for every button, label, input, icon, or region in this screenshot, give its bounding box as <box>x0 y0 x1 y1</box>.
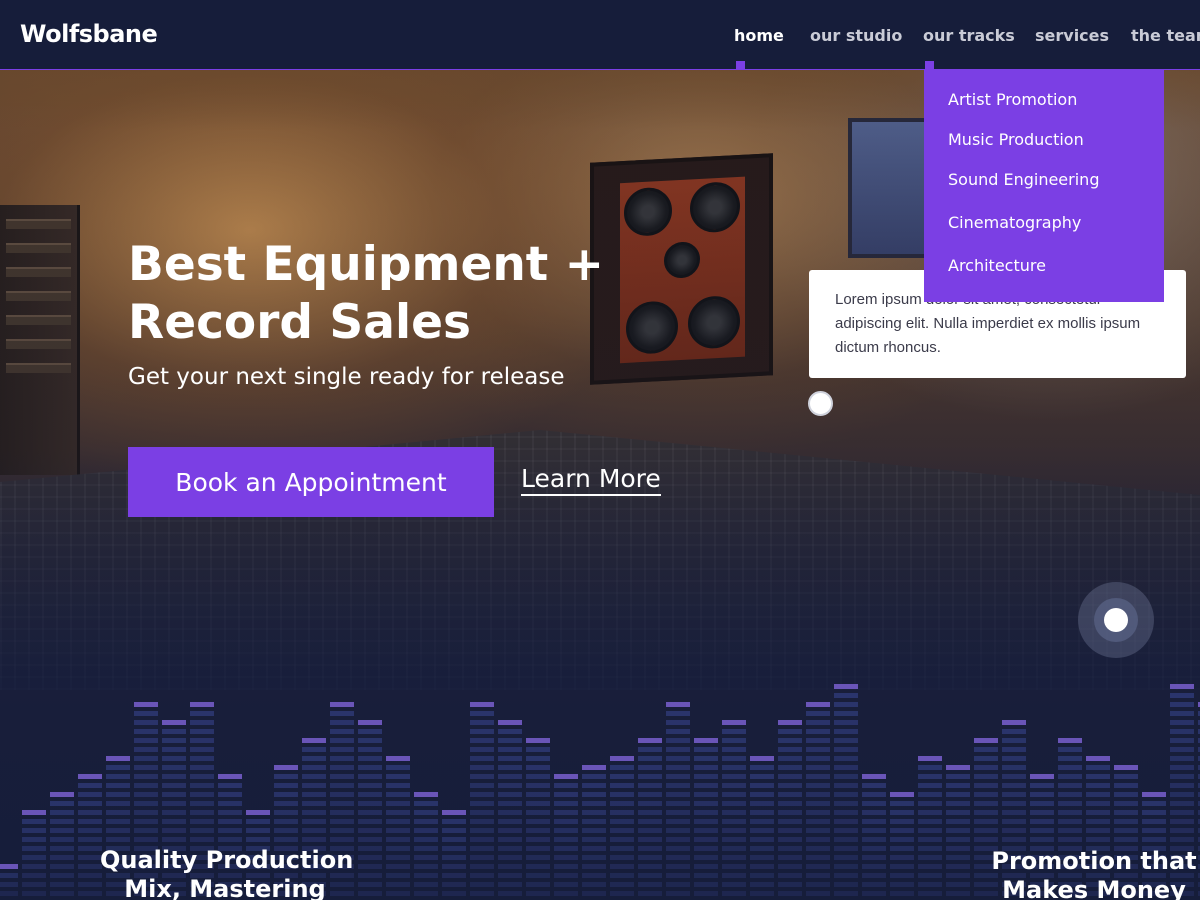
equalizer-bar <box>694 705 718 900</box>
equalizer-bar <box>890 705 914 900</box>
nav-item-our-studio[interactable]: our studio <box>810 26 902 45</box>
equalizer-bar <box>22 705 46 900</box>
equalizer-bar <box>50 705 74 900</box>
equalizer-bar <box>806 702 830 900</box>
equalizer-bar <box>470 702 494 900</box>
equalizer-bar <box>78 705 102 900</box>
equalizer-bar <box>750 705 774 900</box>
equalizer-bar <box>554 705 578 900</box>
equalizer-bar <box>358 705 382 900</box>
brand-logo[interactable]: Wolfsbane <box>20 20 158 48</box>
pulse-dot-icon[interactable] <box>1078 582 1154 658</box>
equalizer-bar <box>862 705 886 900</box>
hotspot-dot-icon[interactable] <box>808 391 833 416</box>
feature-production-line-2: Mix, Mastering <box>124 875 326 900</box>
equalizer-bar <box>834 684 858 900</box>
equalizer-bar <box>498 705 522 900</box>
feature-promotion-line-1: Promotion that <box>991 847 1197 875</box>
equalizer-bar <box>666 702 690 900</box>
nav-item-home[interactable]: home <box>734 26 784 45</box>
top-navigation: Wolfsbane home our studio our tracks ser… <box>0 0 1200 70</box>
learn-more-link[interactable]: Learn More <box>521 464 661 496</box>
nav-item-the-team[interactable]: the team <box>1131 26 1200 45</box>
dropdown-item-cinematography[interactable]: Cinematography <box>924 213 1164 256</box>
headline-line-1: Best Equipment + <box>128 237 604 292</box>
dropdown-indicator <box>925 61 934 70</box>
headline-line-2: Record Sales <box>128 295 471 350</box>
equalizer-bar <box>526 705 550 900</box>
dropdown-item-sound-engineering[interactable]: Sound Engineering <box>924 170 1164 213</box>
dropdown-item-artist-promotion[interactable]: Artist Promotion <box>924 90 1164 130</box>
equalizer-bar <box>778 705 802 900</box>
dropdown-item-music-production[interactable]: Music Production <box>924 130 1164 170</box>
feature-production: Quality Production Mix, Mastering <box>100 846 354 900</box>
hero-subline: Get your next single ready for release <box>128 364 565 390</box>
equalizer-bar <box>414 705 438 900</box>
nav-item-services[interactable]: services <box>1035 26 1109 45</box>
hero-headline: Best Equipment + Record Sales <box>128 236 648 352</box>
feature-promotion: Promotion that Makes Money <box>990 847 1198 900</box>
feature-production-line-1: Quality Production <box>100 846 354 874</box>
tracks-dropdown-menu: Artist Promotion Music Production Sound … <box>924 70 1164 302</box>
equalizer-bar <box>918 705 942 900</box>
equalizer-bar <box>946 705 970 900</box>
equalizer-bar <box>610 705 634 900</box>
equalizer-bar <box>442 705 466 900</box>
equalizer-bar <box>0 705 18 900</box>
equalizer-bar <box>722 705 746 900</box>
dropdown-item-architecture[interactable]: Architecture <box>924 256 1164 296</box>
book-appointment-button[interactable]: Book an Appointment <box>128 447 494 517</box>
equalizer-bar <box>582 705 606 900</box>
nav-item-our-tracks[interactable]: our tracks <box>923 26 1015 45</box>
equalizer-bar <box>386 705 410 900</box>
feature-promotion-line-2: Makes Money <box>1002 876 1186 900</box>
equalizer-bar <box>638 705 662 900</box>
active-nav-indicator <box>736 61 745 70</box>
